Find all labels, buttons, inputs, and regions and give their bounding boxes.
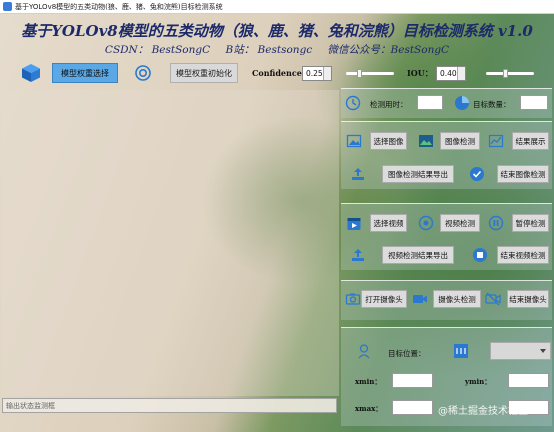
- camera-detect-button[interactable]: 摄像头检测: [433, 290, 481, 308]
- video-section: 选择视频 视频检测 暂停检测 视频检测结果导出 结束视频检测: [341, 203, 552, 270]
- gear-icon: [135, 65, 151, 81]
- upload-icon: [352, 249, 364, 261]
- upload-icon: [352, 168, 364, 180]
- pause-icon: [488, 215, 504, 231]
- chart-icon: [488, 134, 504, 148]
- target-select-dropdown[interactable]: [490, 342, 551, 360]
- video-camera-icon: [413, 295, 427, 303]
- show-result-button[interactable]: 结果展示: [512, 132, 549, 150]
- image-section: 选择图像 图像检测 结果展示 图像检测结果导出 结束图像检测: [341, 121, 552, 189]
- count-value-field: [520, 95, 548, 110]
- window-title: 基于YOLOv8模型的五类动物(狼、鹿、猪、兔和浣熊)目标检测系统: [15, 2, 223, 11]
- count-label: 目标数量：: [473, 100, 511, 109]
- iou-slider-handle[interactable]: [503, 69, 508, 78]
- open-camera-button[interactable]: 打开摄像头: [361, 290, 407, 308]
- ymin-field: [508, 373, 549, 388]
- close-camera-button[interactable]: 结束摄像头: [507, 290, 549, 308]
- watermark-text: @稀土掘金技术社区: [438, 406, 528, 417]
- target-box-icon: [454, 344, 468, 358]
- xmax-label: xmax：: [355, 404, 383, 413]
- pause-detect-button[interactable]: 暂停检测: [512, 214, 549, 232]
- position-label: 目标位置：: [388, 349, 426, 358]
- status-log-box[interactable]: 输出状态监测框: [2, 398, 337, 413]
- stop-circle-icon: [473, 248, 487, 262]
- time-value-field: [417, 95, 443, 110]
- camera-off-icon: [485, 292, 501, 306]
- app-window: 基于YOLOv8模型的五类动物(狼、鹿、猪、兔和浣熊)目标检测系统 基于YOLO…: [0, 0, 554, 432]
- init-weights-button[interactable]: 模型权重初始化: [170, 63, 238, 83]
- xmax-field: [392, 400, 433, 415]
- video-detect-icon: [418, 215, 434, 231]
- xmin-field: [392, 373, 433, 388]
- camera-section: 打开摄像头 摄像头检测 结束摄像头: [341, 280, 552, 320]
- confidence-slider-handle[interactable]: [357, 69, 362, 78]
- confidence-input[interactable]: 0.25: [302, 66, 332, 81]
- iou-slider[interactable]: [486, 69, 534, 78]
- clock-icon: [345, 95, 361, 111]
- iou-input[interactable]: 0.40: [436, 66, 466, 81]
- image-detect-icon: [419, 135, 433, 147]
- author-info: CSDN： BestSongC B站： Bestsongc 微信公众号：Best…: [0, 42, 554, 57]
- window-titlebar: 基于YOLOv8模型的五类动物(狼、鹿、猪、兔和浣熊)目标检测系统: [0, 0, 554, 14]
- time-label: 检测用时：: [370, 100, 408, 109]
- csdn-label: CSDN： BestSongC: [104, 44, 211, 56]
- location-icon: [358, 344, 370, 359]
- control-panel: 检测用时： 目标数量： 选择图像 图像检测 结果展示 图像检测结果导出 结束图像…: [341, 88, 552, 426]
- pie-chart-icon: [455, 96, 469, 110]
- export-image-result-button[interactable]: 图像检测结果导出: [382, 165, 454, 183]
- confidence-label: Confidence: [252, 68, 302, 78]
- page-title: 基于YOLOv8模型的五类动物（狼、鹿、猪、兔和浣熊）目标检测系统 v1.0: [21, 22, 533, 40]
- confidence-slider[interactable]: [346, 69, 394, 78]
- cube-icon: [22, 64, 40, 82]
- end-video-detect-button[interactable]: 结束视频检测: [497, 246, 549, 264]
- image-display-area: [2, 90, 339, 396]
- video-file-icon: [347, 218, 361, 230]
- check-circle-icon: [470, 167, 484, 181]
- video-detect-button[interactable]: 视频检测: [440, 214, 480, 232]
- xmin-label: xmin：: [355, 377, 382, 386]
- select-weights-button[interactable]: 模型权重选择: [52, 63, 118, 83]
- ymin-label: ymin：: [465, 377, 492, 386]
- image-icon: [346, 134, 362, 148]
- stats-section: 检测用时： 目标数量：: [341, 88, 552, 118]
- camera-icon: [345, 293, 361, 305]
- select-video-button[interactable]: 选择视频: [370, 214, 407, 232]
- app-icon: [3, 2, 12, 11]
- export-video-result-button[interactable]: 视频检测结果导出: [382, 246, 454, 264]
- end-image-detect-button[interactable]: 结束图像检测: [497, 165, 549, 183]
- select-image-button[interactable]: 选择图像: [370, 132, 407, 150]
- iou-label: IOU：: [407, 68, 433, 78]
- wechat-label: 微信公众号：BestSongC: [327, 44, 450, 56]
- image-detect-button[interactable]: 图像检测: [440, 132, 480, 150]
- bili-label: B站： Bestsongc: [225, 44, 313, 56]
